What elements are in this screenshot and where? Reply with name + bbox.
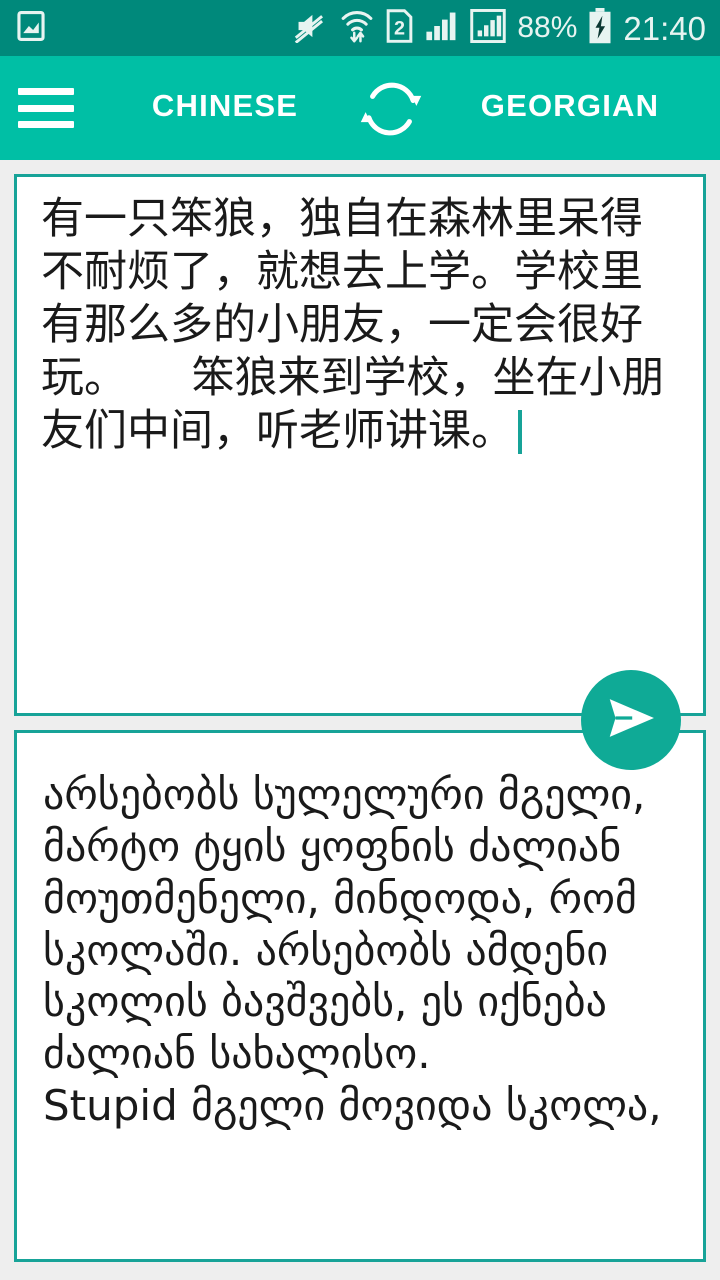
- target-language-selector[interactable]: GEORGIAN: [440, 88, 700, 124]
- signal-boxed-icon: [470, 8, 507, 48]
- battery-charging-icon: [588, 7, 612, 49]
- swap-languages-icon[interactable]: [352, 78, 430, 140]
- status-bar: 2 88% 21:40: [0, 0, 720, 56]
- signal-bars-icon: [425, 10, 459, 47]
- target-text-card: არსებობს სულელური მგელი, მარტო ტყის ყოფნ…: [14, 730, 706, 1262]
- menu-icon[interactable]: [18, 88, 74, 128]
- translate-send-button[interactable]: [581, 670, 681, 770]
- mute-icon: [293, 9, 329, 48]
- source-language-selector[interactable]: CHINESE: [120, 88, 330, 124]
- send-icon: [602, 689, 660, 752]
- gallery-icon: [14, 9, 48, 48]
- source-text-card: 有一只笨狼，独自在森林里呆得不耐烦了，就想去上学。学校里有那么多的小朋友，一定会…: [14, 174, 706, 869]
- status-bar-right: 2 88% 21:40: [293, 7, 706, 49]
- clock-label: 21:40: [623, 9, 706, 47]
- battery-percent-label: 88%: [517, 11, 578, 44]
- source-text-input[interactable]: 有一只笨狼，独自在森林里呆得不耐烦了，就想去上学。学校里有那么多的小朋友，一定会…: [41, 193, 685, 457]
- wifi-transfer-icon: [340, 8, 374, 49]
- text-cursor: [518, 409, 522, 454]
- sim2-icon: 2: [385, 8, 414, 48]
- svg-text:2: 2: [394, 17, 405, 39]
- translated-text: არსებობს სულელური მგელი, მარტო ტყის ყოფნ…: [43, 770, 662, 1131]
- status-bar-left: [14, 9, 48, 48]
- app-root: 2 88% 21:40 CHINESE GEORGIAN 有一只笨狼，独自在森林…: [0, 0, 720, 1280]
- source-text-value: 有一只笨狼，独自在森林里呆得不耐烦了，就想去上学。学校里有那么多的小朋友，一定会…: [41, 194, 665, 456]
